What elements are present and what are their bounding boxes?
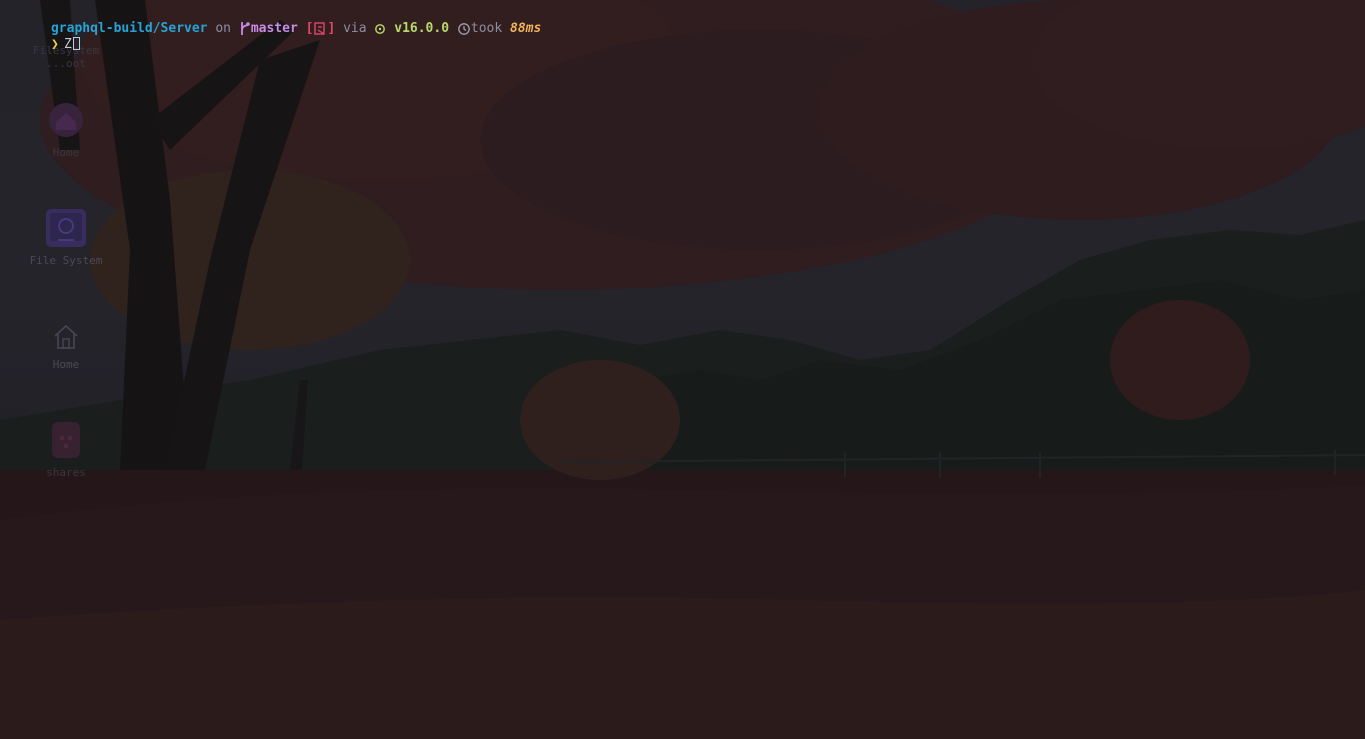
prompt-status-open: [	[297, 21, 314, 36]
prompt-command-duration: 88ms	[510, 21, 542, 36]
git-status-icon	[314, 22, 326, 35]
clock-icon	[458, 23, 470, 35]
command-typed-text[interactable]: Z	[64, 36, 72, 53]
prompt-git-branch: master	[250, 21, 298, 36]
command-input-line[interactable]: ❯ Z	[4, 19, 80, 52]
nodejs-icon	[375, 24, 386, 34]
terminal-cursor	[72, 37, 80, 50]
prompt-took-word: took	[470, 21, 511, 36]
terminal-window[interactable]: graphql-build/Server on master [ ] via v…	[0, 0, 1365, 739]
prompt-on-word: on	[207, 21, 239, 36]
prompt-chevron-icon: ❯	[50, 37, 59, 52]
prompt-via-word: via	[335, 21, 375, 36]
prompt-status-close: ]	[327, 21, 336, 36]
desktop-screen: Filesystem ...oot Home File System Home …	[0, 0, 1365, 739]
git-branch-icon	[240, 22, 250, 35]
prompt-node-version: v16.0.0	[386, 21, 450, 36]
shell-prompt: graphql-build/Server on master [ ] via v…	[4, 3, 541, 36]
